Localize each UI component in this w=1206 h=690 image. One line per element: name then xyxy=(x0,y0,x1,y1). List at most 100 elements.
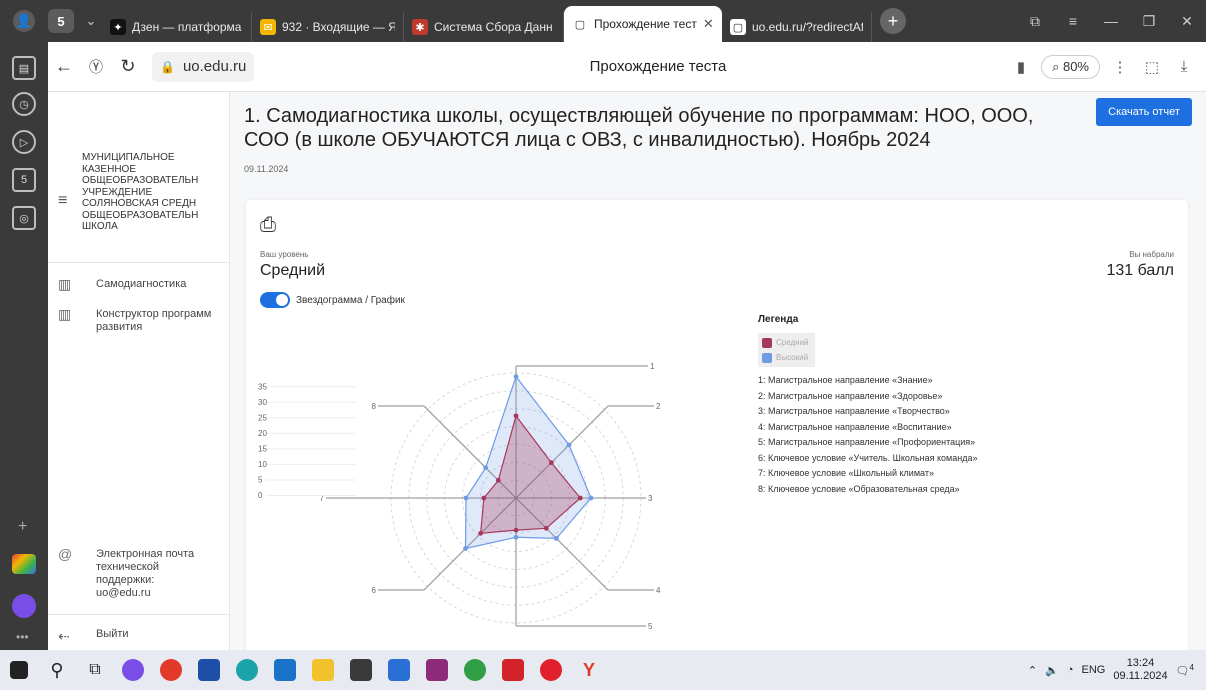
legend-axis-item: 3: Магистральное направление «Творчество… xyxy=(758,406,950,416)
chart-legend: Легенда Средний Высокий 1: Магистральное… xyxy=(758,314,1178,499)
history-icon[interactable]: ◷ xyxy=(12,92,36,116)
browser-tab[interactable]: ✦ Дзен — платформа д xyxy=(102,12,252,42)
calculator-icon[interactable] xyxy=(342,650,380,690)
axis-label-1: 1 xyxy=(650,362,655,371)
antivirus-icon[interactable] xyxy=(494,650,532,690)
logout-icon: ⇠ xyxy=(58,628,70,644)
clock-time: 13:24 xyxy=(1126,657,1155,669)
legend-axis-item: 4: Магистральное направление «Воспитание… xyxy=(758,421,952,432)
extensions-icon[interactable]: ⬚ xyxy=(1140,58,1164,76)
zoom-indicator[interactable]: ⌕ 80% xyxy=(1041,54,1100,79)
legend-axis-item: 1: Магистральное направление «Знание» xyxy=(758,375,933,385)
download-report-button[interactable]: Скачать отчет xyxy=(1096,98,1192,126)
divider xyxy=(48,262,229,263)
zoom-value: 80% xyxy=(1062,58,1089,74)
add-icon[interactable]: + xyxy=(18,518,27,536)
search-icon[interactable]: ⚲ xyxy=(38,650,76,690)
main-content: 1. Самодиагностика школы, осуществляющей… xyxy=(230,92,1206,650)
logout-label: Выйти xyxy=(96,628,129,640)
yandex-icon-taskbar[interactable]: Y xyxy=(570,650,608,690)
browser-tab[interactable]: ✉ 932 · Входящие — Ян xyxy=(252,12,404,42)
pages-icon[interactable]: ▤ xyxy=(12,56,36,80)
data-point xyxy=(588,495,594,501)
legend-axis-item: 6: Ключевое условие «Учитель. Школьная к… xyxy=(758,452,978,463)
screenshot-icon[interactable]: ◎ xyxy=(12,206,36,230)
data-point xyxy=(463,546,468,551)
store-icon[interactable] xyxy=(380,650,418,690)
tab-label: uo.edu.ru/?redirectAf xyxy=(752,20,863,34)
favicon-icon: ▢ xyxy=(730,19,746,35)
mail-icon[interactable] xyxy=(12,554,36,574)
browser-tab[interactable]: ▢ Прохождение тест ✕ xyxy=(564,6,722,42)
alice-app-icon[interactable] xyxy=(114,650,152,690)
download-icon[interactable]: ⤓ xyxy=(1172,58,1196,75)
app-sidebar: ≡ МУНИЦИПАЛЬНОЕ КАЗЕННОЕ ОБЩЕОБРАЗОВАТЕЛ… xyxy=(48,92,230,650)
sidebar-item-selfdiagnostics[interactable]: ▥ Самодиагностика xyxy=(58,276,228,292)
sidebar-item-label: Самодиагностика xyxy=(96,278,187,290)
legend-axis-item: 7: Ключевое условие «Школьный климат» xyxy=(758,468,934,478)
restore-button[interactable]: ❐ xyxy=(1130,13,1168,30)
minimize-button[interactable]: — xyxy=(1092,13,1130,29)
reload-button[interactable]: ↻ xyxy=(112,51,144,83)
browser-tab[interactable]: ▢ uo.edu.ru/?redirectAf xyxy=(722,12,872,42)
divider xyxy=(48,614,229,615)
legend-series-high[interactable]: Высокий xyxy=(762,350,809,365)
support-contact: @ Электронная почта технической поддержк… xyxy=(58,547,228,600)
sidebar-item-constructor[interactable]: ▥ Конструктор программ развития xyxy=(58,306,228,334)
browser-side-rail: ▤ ◷ ▷ 5 ◎ + ••• xyxy=(0,42,48,650)
browser-tab[interactable]: ✱ Система Сбора Данн xyxy=(404,12,564,42)
more-icon[interactable]: ••• xyxy=(16,630,29,644)
back-button[interactable]: ← xyxy=(48,51,80,83)
bookmark-icon[interactable]: ▮ xyxy=(1009,58,1033,76)
collections-icon[interactable]: ⧉ xyxy=(1016,13,1054,30)
url-text: uo.edu.ru xyxy=(182,58,247,75)
chrome-icon[interactable] xyxy=(456,650,494,690)
books-icon: ▥ xyxy=(58,276,72,292)
tab-counter[interactable]: 5 xyxy=(48,9,74,33)
clock-date: 09.11.2024 xyxy=(1113,670,1168,682)
menu-icon[interactable]: ≡ xyxy=(1054,13,1092,29)
profile-button[interactable]: 👤 xyxy=(0,0,48,42)
chevron-up-icon[interactable]: ⌃ xyxy=(1028,664,1037,677)
data-point xyxy=(513,534,519,540)
network-icon[interactable]: ◔ xyxy=(1067,664,1074,676)
more-options-icon[interactable]: ⋮ xyxy=(1108,58,1132,76)
play-icon[interactable]: ▷ xyxy=(12,130,36,154)
close-window-button[interactable]: ✕ xyxy=(1168,13,1206,30)
start-icon[interactable] xyxy=(0,650,38,690)
yandex-icon[interactable]: Ⓨ xyxy=(80,51,112,83)
user-icon: 👤 xyxy=(13,10,35,32)
tick-label: 25 xyxy=(258,413,267,422)
app-l-icon[interactable] xyxy=(190,650,228,690)
alice-icon[interactable] xyxy=(12,594,36,618)
tick-label: 30 xyxy=(258,398,267,407)
organization-block: ≡ МУНИЦИПАЛЬНОЕ КАЗЕННОЕ ОБЩЕОБРАЗОВАТЕЛ… xyxy=(58,152,228,233)
logout-button[interactable]: ⇠ Выйти xyxy=(58,628,129,645)
task-view-icon[interactable]: ⧉ xyxy=(76,650,114,690)
language-indicator[interactable]: ENG xyxy=(1081,664,1105,676)
data-point xyxy=(548,460,554,466)
favicon-icon: ✦ xyxy=(110,19,126,35)
winrar-icon[interactable] xyxy=(418,650,456,690)
edge-icon[interactable] xyxy=(228,650,266,690)
hamburger-icon[interactable]: ≡ xyxy=(58,152,82,233)
legend-series-medium[interactable]: Средний xyxy=(762,335,809,350)
yandex-browser-icon[interactable] xyxy=(152,650,190,690)
tab-label: Дзен — платформа д xyxy=(132,20,243,34)
data-point xyxy=(483,465,489,471)
opera-icon[interactable] xyxy=(532,650,570,690)
new-tab-button[interactable]: + xyxy=(880,8,906,34)
volume-icon[interactable]: 🔈 xyxy=(1045,664,1059,677)
tick-label: 5 xyxy=(258,475,263,484)
calendar-icon[interactable]: 5 xyxy=(12,168,36,192)
close-tab-icon[interactable]: ✕ xyxy=(703,16,714,32)
notifications-icon[interactable]: 🗨4 xyxy=(1176,663,1194,678)
url-field[interactable]: 🔒 uo.edu.ru xyxy=(152,51,255,82)
clock[interactable]: 13:24 09.11.2024 xyxy=(1113,657,1167,683)
data-point xyxy=(577,495,583,501)
file-explorer-icon[interactable] xyxy=(304,650,342,690)
data-point xyxy=(554,536,559,541)
books-icon: ▥ xyxy=(58,306,72,322)
chevron-down-icon[interactable]: ⌄ xyxy=(80,13,102,29)
mail-app-icon[interactable] xyxy=(266,650,304,690)
